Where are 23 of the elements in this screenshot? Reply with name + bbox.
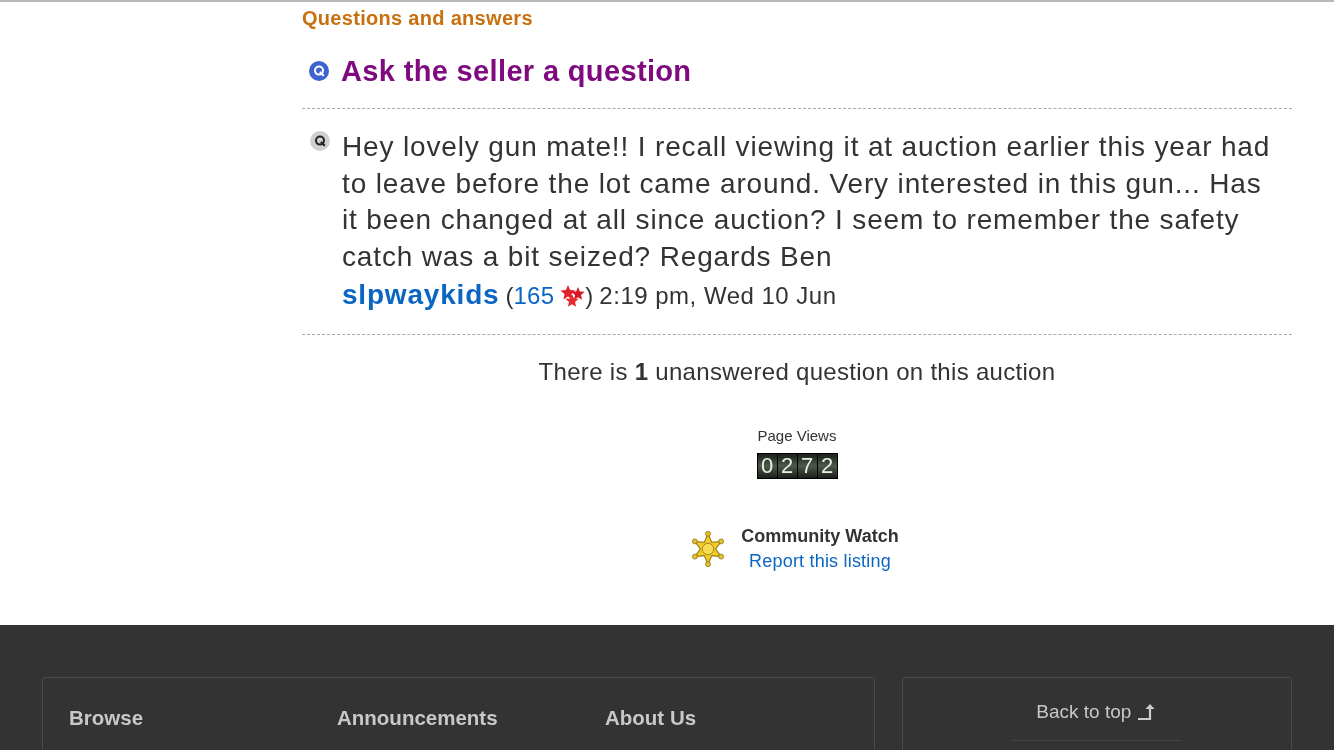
counter-digit: 2	[777, 454, 797, 478]
page-views-label: Page Views	[757, 427, 837, 445]
footer-heading: Announcements	[337, 706, 498, 729]
counter-digit: 7	[797, 454, 817, 478]
ask-question-link[interactable]: Ask the seller a question	[341, 53, 692, 89]
back-to-top-link[interactable]: Back to top	[1036, 701, 1158, 723]
footer-heading: About Us	[605, 706, 697, 729]
footer-heading: Browse	[69, 706, 144, 729]
stars-icon	[559, 283, 586, 308]
question-badge-icon	[310, 131, 330, 151]
report-listing-link[interactable]: Report this listing	[749, 550, 891, 572]
counter-digit: 0	[757, 454, 777, 478]
paren-text: )	[585, 281, 594, 311]
counter-digit: 2	[817, 454, 837, 478]
unanswered-note: There is 1 unanswered question on this auction	[538, 358, 1056, 386]
author-link[interactable]: slpwaykids	[342, 277, 500, 313]
section-title: Questions and answers	[302, 6, 533, 30]
question-text: Hey lovely gun mate!! I recall viewing it at auction earlier this year had to leave before the lot came around. Very interested in this gun... Has it been changed at all since auction? I seem to remember the safety catch was a bit seized? Regards Ben	[342, 130, 1272, 274]
paren-text: (	[505, 281, 514, 311]
feedback-count-link[interactable]: 165	[513, 278, 555, 314]
question-badge-icon	[309, 61, 329, 81]
question-time: 2:19 pm, Wed 10 Jun	[599, 281, 837, 311]
community-watch-title: Community Watch	[741, 525, 899, 547]
